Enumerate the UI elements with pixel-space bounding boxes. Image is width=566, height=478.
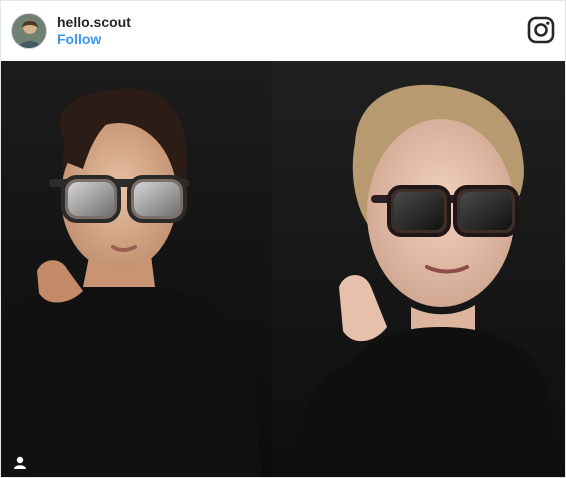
follow-button[interactable]: Follow <box>57 31 131 48</box>
post-photo[interactable] <box>1 61 565 477</box>
user-info: hello.scout Follow <box>57 14 131 48</box>
post-header: hello.scout Follow <box>1 1 565 61</box>
photo-image <box>1 61 565 477</box>
avatar-image <box>12 14 46 48</box>
instagram-post-card: hello.scout Follow <box>0 0 566 478</box>
user-tag-icon <box>14 456 26 469</box>
profile-avatar[interactable] <box>11 13 47 49</box>
instagram-logo-icon[interactable] <box>527 16 555 44</box>
username[interactable]: hello.scout <box>57 14 131 31</box>
user-tag-button[interactable] <box>9 453 31 473</box>
